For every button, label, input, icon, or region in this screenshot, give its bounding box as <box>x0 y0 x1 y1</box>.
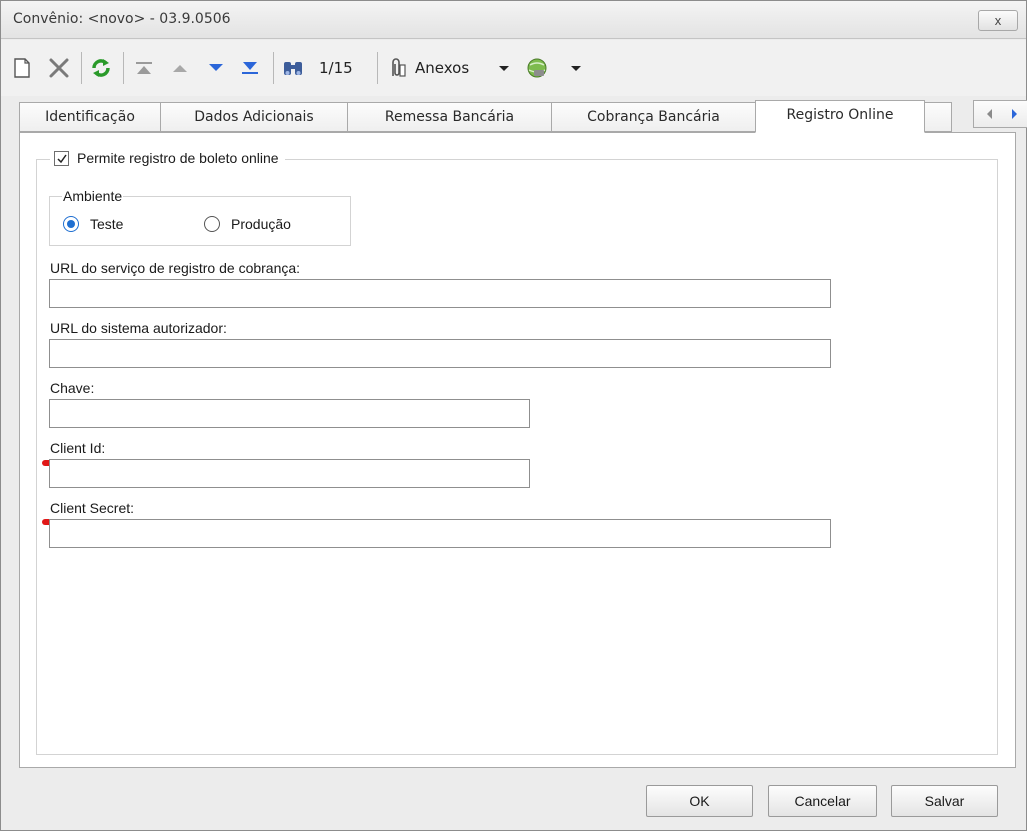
radio-producao-label[interactable]: Produção <box>231 216 291 232</box>
window-title: Convênio: <novo> - 03.9.0506 <box>13 11 231 27</box>
chave-label: Chave: <box>50 380 95 396</box>
enable-checkbox[interactable] <box>54 150 69 166</box>
ok-button[interactable]: OK <box>646 785 753 817</box>
close-icon: x <box>994 13 1002 28</box>
ambiente-legend: Ambiente <box>62 188 124 204</box>
ambiente-group: Ambiente Teste Produção <box>49 188 351 246</box>
url-servico-label: URL do serviço de registro de cobrança: <box>50 260 301 276</box>
find-icon[interactable] <box>281 56 305 80</box>
refresh-icon[interactable] <box>89 56 113 80</box>
url-servico-input[interactable] <box>49 279 831 308</box>
dialog-window: Convênio: <novo> - 03.9.0506 x 1/15 Anex… <box>0 0 1027 831</box>
url-autorizador-input[interactable] <box>49 339 831 368</box>
new-document-icon[interactable] <box>13 56 31 80</box>
tab-remessa-bancaria[interactable]: Remessa Bancária <box>347 102 552 132</box>
url-autorizador-label: URL do sistema autorizador: <box>50 320 227 336</box>
tab-scroll-right-icon[interactable] <box>1008 108 1020 120</box>
registro-group-box <box>36 159 998 755</box>
next-record-icon[interactable] <box>205 56 227 80</box>
client-secret-input[interactable] <box>49 519 831 548</box>
close-button[interactable]: x <box>978 10 1018 31</box>
globe-icon[interactable] <box>525 56 549 80</box>
tab-panel-registro-online: Permite registro de boleto online Ambien… <box>19 132 1016 768</box>
cancel-button[interactable]: Cancelar <box>768 785 877 817</box>
paperclip-icon[interactable] <box>387 56 407 80</box>
record-position: 1/15 <box>319 59 353 77</box>
attachments-button[interactable]: Anexos <box>415 59 469 77</box>
client-secret-label: Client Secret: <box>50 500 135 516</box>
delete-icon[interactable] <box>47 56 71 80</box>
client-id-input[interactable] <box>49 459 530 488</box>
tab-identificacao[interactable]: Identificação <box>19 102 161 132</box>
previous-record-icon[interactable] <box>169 56 191 80</box>
radio-teste[interactable] <box>63 216 79 232</box>
globe-dropdown-icon[interactable] <box>569 56 583 80</box>
tab-scroll-left-icon[interactable] <box>984 108 996 120</box>
tab-scroll-controls <box>973 100 1027 128</box>
tab-overflow <box>924 102 952 132</box>
tab-registro-online[interactable]: Registro Online <box>755 100 925 133</box>
toolbar: 1/15 Anexos <box>1 40 1026 96</box>
checkmark-icon <box>57 154 67 163</box>
tab-cobranca-bancaria[interactable]: Cobrança Bancária <box>551 102 756 132</box>
save-button[interactable]: Salvar <box>891 785 998 817</box>
title-bar: Convênio: <novo> - 03.9.0506 x <box>1 1 1026 39</box>
chave-input[interactable] <box>49 399 530 428</box>
enable-online-registration[interactable]: Permite registro de boleto online <box>50 150 285 166</box>
toolbar-separator <box>123 52 124 84</box>
enable-checkbox-label: Permite registro de boleto online <box>77 150 279 166</box>
attachments-dropdown-icon[interactable] <box>497 56 511 80</box>
tab-strip: Identificação Dados Adicionais Remessa B… <box>19 100 1027 133</box>
toolbar-separator <box>377 52 378 84</box>
radio-teste-label[interactable]: Teste <box>90 216 123 232</box>
toolbar-separator <box>81 52 82 84</box>
radio-producao[interactable] <box>204 216 220 232</box>
last-record-icon[interactable] <box>239 56 261 80</box>
client-id-label: Client Id: <box>50 440 106 456</box>
toolbar-separator <box>273 52 274 84</box>
tab-dados-adicionais[interactable]: Dados Adicionais <box>160 102 348 132</box>
first-record-icon[interactable] <box>133 56 155 80</box>
